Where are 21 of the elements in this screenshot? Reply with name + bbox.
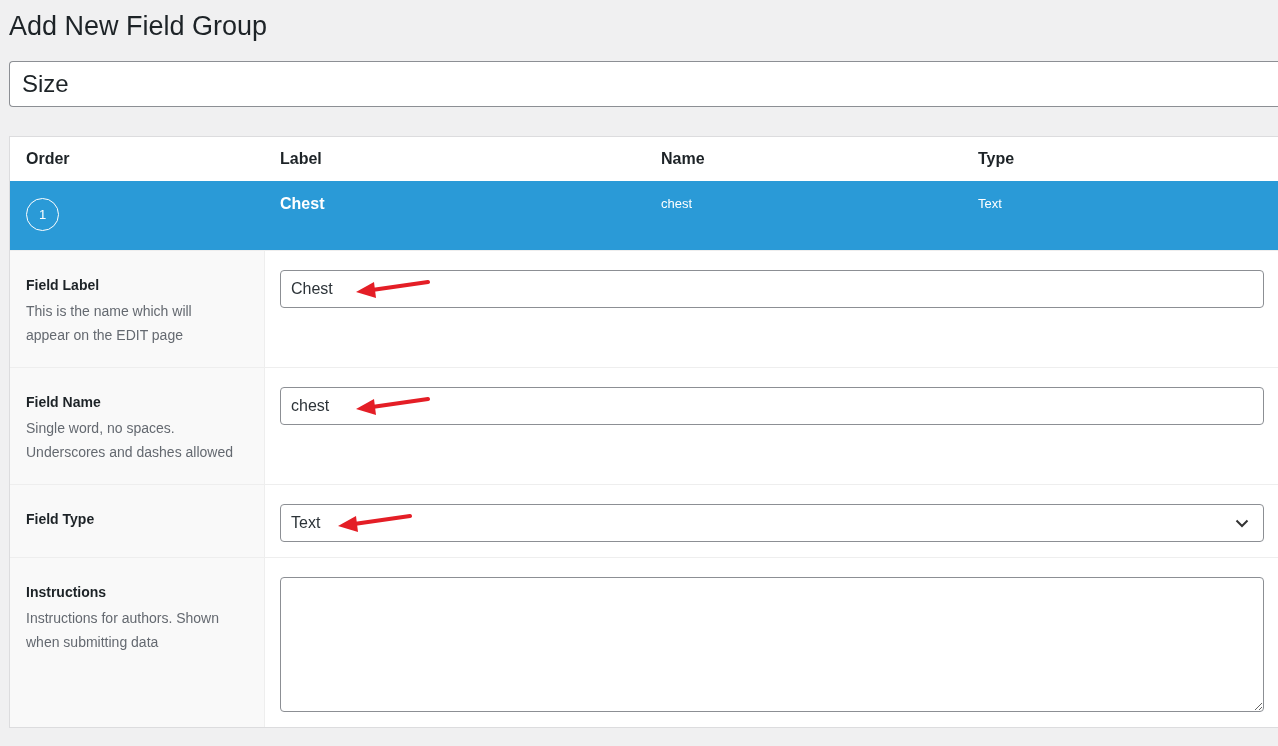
field-name: chest — [661, 195, 694, 213]
setting-label: Instructions — [26, 583, 108, 602]
field-type: Text — [978, 195, 1003, 213]
textarea-field[interactable] — [280, 577, 1264, 712]
select-dropdown[interactable]: Text — [280, 504, 1264, 542]
title-input-field[interactable]: Size — [9, 61, 1278, 107]
text-input-field[interactable]: chest — [280, 387, 1264, 425]
page-title: Add New Field Group — [9, 10, 269, 43]
setting-label: Field Name — [26, 393, 102, 412]
column-header: Order — [26, 150, 71, 168]
field-label: Chest — [280, 194, 326, 214]
setting-description: This is the name which will appear on the EDIT page — [26, 302, 193, 345]
setting-label: Field Label — [26, 276, 101, 295]
column-header: Name — [661, 150, 706, 168]
setting-label: Field Type — [26, 510, 96, 529]
chevron-down-icon — [1235, 518, 1249, 528]
text-input-field[interactable]: Chest — [280, 270, 1264, 308]
column-header: Label — [280, 150, 323, 168]
column-header: Type — [978, 150, 1016, 168]
setting-description: Instructions for authors. Shown when submitting data — [26, 609, 220, 652]
setting-description: Single word, no spaces. Underscores and dashes allowed — [26, 419, 234, 462]
